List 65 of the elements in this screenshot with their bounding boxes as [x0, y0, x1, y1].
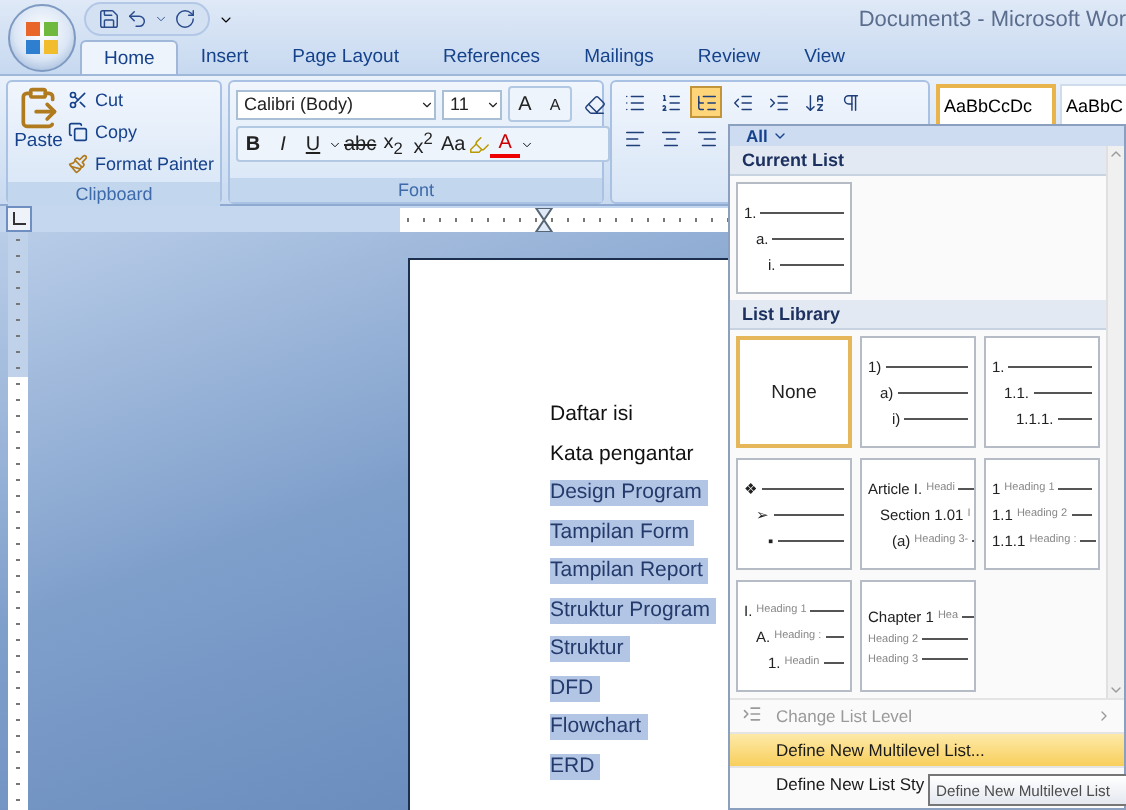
- shrink-font-button[interactable]: A: [540, 88, 570, 120]
- underline-button[interactable]: U: [298, 128, 328, 160]
- clear-format-icon[interactable]: [583, 93, 605, 115]
- change-case-button[interactable]: Aa: [438, 128, 469, 160]
- ribbon-tab[interactable]: Review: [675, 40, 783, 74]
- save-icon[interactable]: [98, 8, 120, 30]
- decrease-indent-icon[interactable]: [731, 91, 753, 113]
- copy-icon: [68, 122, 89, 142]
- ribbon-tab[interactable]: Insert: [178, 40, 271, 74]
- list-style-tile[interactable]: None: [736, 336, 852, 448]
- scissors-icon: [68, 90, 89, 110]
- strikethrough-button[interactable]: abc: [342, 128, 379, 160]
- office-logo-icon: [24, 20, 60, 56]
- list-level-icon: [742, 704, 762, 724]
- ribbon-tab[interactable]: View: [782, 40, 867, 74]
- window-title: Document3 - Microsoft Wor: [858, 7, 1126, 31]
- paintbrush-icon: [68, 154, 89, 174]
- italic-button[interactable]: I: [268, 128, 298, 160]
- align-right-icon[interactable]: [695, 127, 717, 149]
- copy-button[interactable]: Copy: [68, 118, 214, 146]
- ribbon-tab[interactable]: Home: [80, 40, 179, 74]
- superscript-button[interactable]: x$^{2}$: [408, 128, 439, 160]
- caret-icon[interactable]: [328, 137, 342, 151]
- section-heading: List Library: [730, 300, 1106, 330]
- scroll-down-icon: [1108, 682, 1124, 698]
- document-line: Daftar isi: [550, 402, 635, 428]
- clipboard-icon: [16, 86, 61, 130]
- align-center-icon[interactable]: [659, 127, 681, 149]
- group-label: Clipboard: [8, 182, 220, 206]
- bold-button[interactable]: B: [238, 128, 268, 160]
- increase-indent-icon[interactable]: [767, 91, 789, 113]
- office-button[interactable]: [8, 4, 76, 72]
- format-painter-button[interactable]: Format Painter: [68, 150, 214, 178]
- font-size-field[interactable]: 11: [442, 89, 502, 119]
- redo-icon[interactable]: [174, 8, 196, 30]
- style-preview[interactable]: AaBbCcDc: [936, 84, 1056, 128]
- ribbon-tab[interactable]: Page Layout: [270, 40, 421, 74]
- scroll-up-icon: [1108, 146, 1124, 162]
- group-label: Font: [230, 178, 602, 202]
- undo-icon[interactable]: [126, 8, 148, 30]
- subscript-button[interactable]: x$_{2}$: [378, 128, 409, 160]
- align-left-icon[interactable]: [623, 127, 645, 149]
- document-line: Kata pengantar: [550, 441, 696, 467]
- cut-button[interactable]: Cut: [68, 86, 214, 114]
- section-heading: Current List: [730, 146, 1106, 176]
- caret-icon[interactable]: [154, 12, 168, 26]
- scrollbar[interactable]: [1106, 146, 1124, 698]
- ribbon-tab[interactable]: References: [420, 40, 563, 74]
- style-preview[interactable]: AaBbC: [1060, 84, 1126, 128]
- font-color-button[interactable]: A: [490, 130, 521, 158]
- caret-icon: [771, 128, 788, 144]
- font-name-field[interactable]: Calibri (Body): [236, 89, 436, 119]
- multilevel-list-icon[interactable]: [695, 91, 717, 113]
- grow-font-button[interactable]: A: [510, 88, 540, 120]
- caret-icon: [420, 97, 434, 111]
- caret-icon: [486, 97, 500, 111]
- sort-icon[interactable]: [803, 91, 825, 113]
- numbering-icon[interactable]: [659, 91, 681, 113]
- pilcrow-icon[interactable]: [839, 91, 861, 113]
- filter-dropdown[interactable]: All: [730, 126, 1124, 146]
- caret-icon[interactable]: [520, 137, 535, 151]
- ribbon-tab[interactable]: Mailings: [562, 40, 676, 74]
- tab-selector-icon[interactable]: [6, 206, 32, 232]
- paste-button[interactable]: Paste: [14, 86, 63, 178]
- menu-item[interactable]: Define New Multilevel List...: [730, 732, 1124, 766]
